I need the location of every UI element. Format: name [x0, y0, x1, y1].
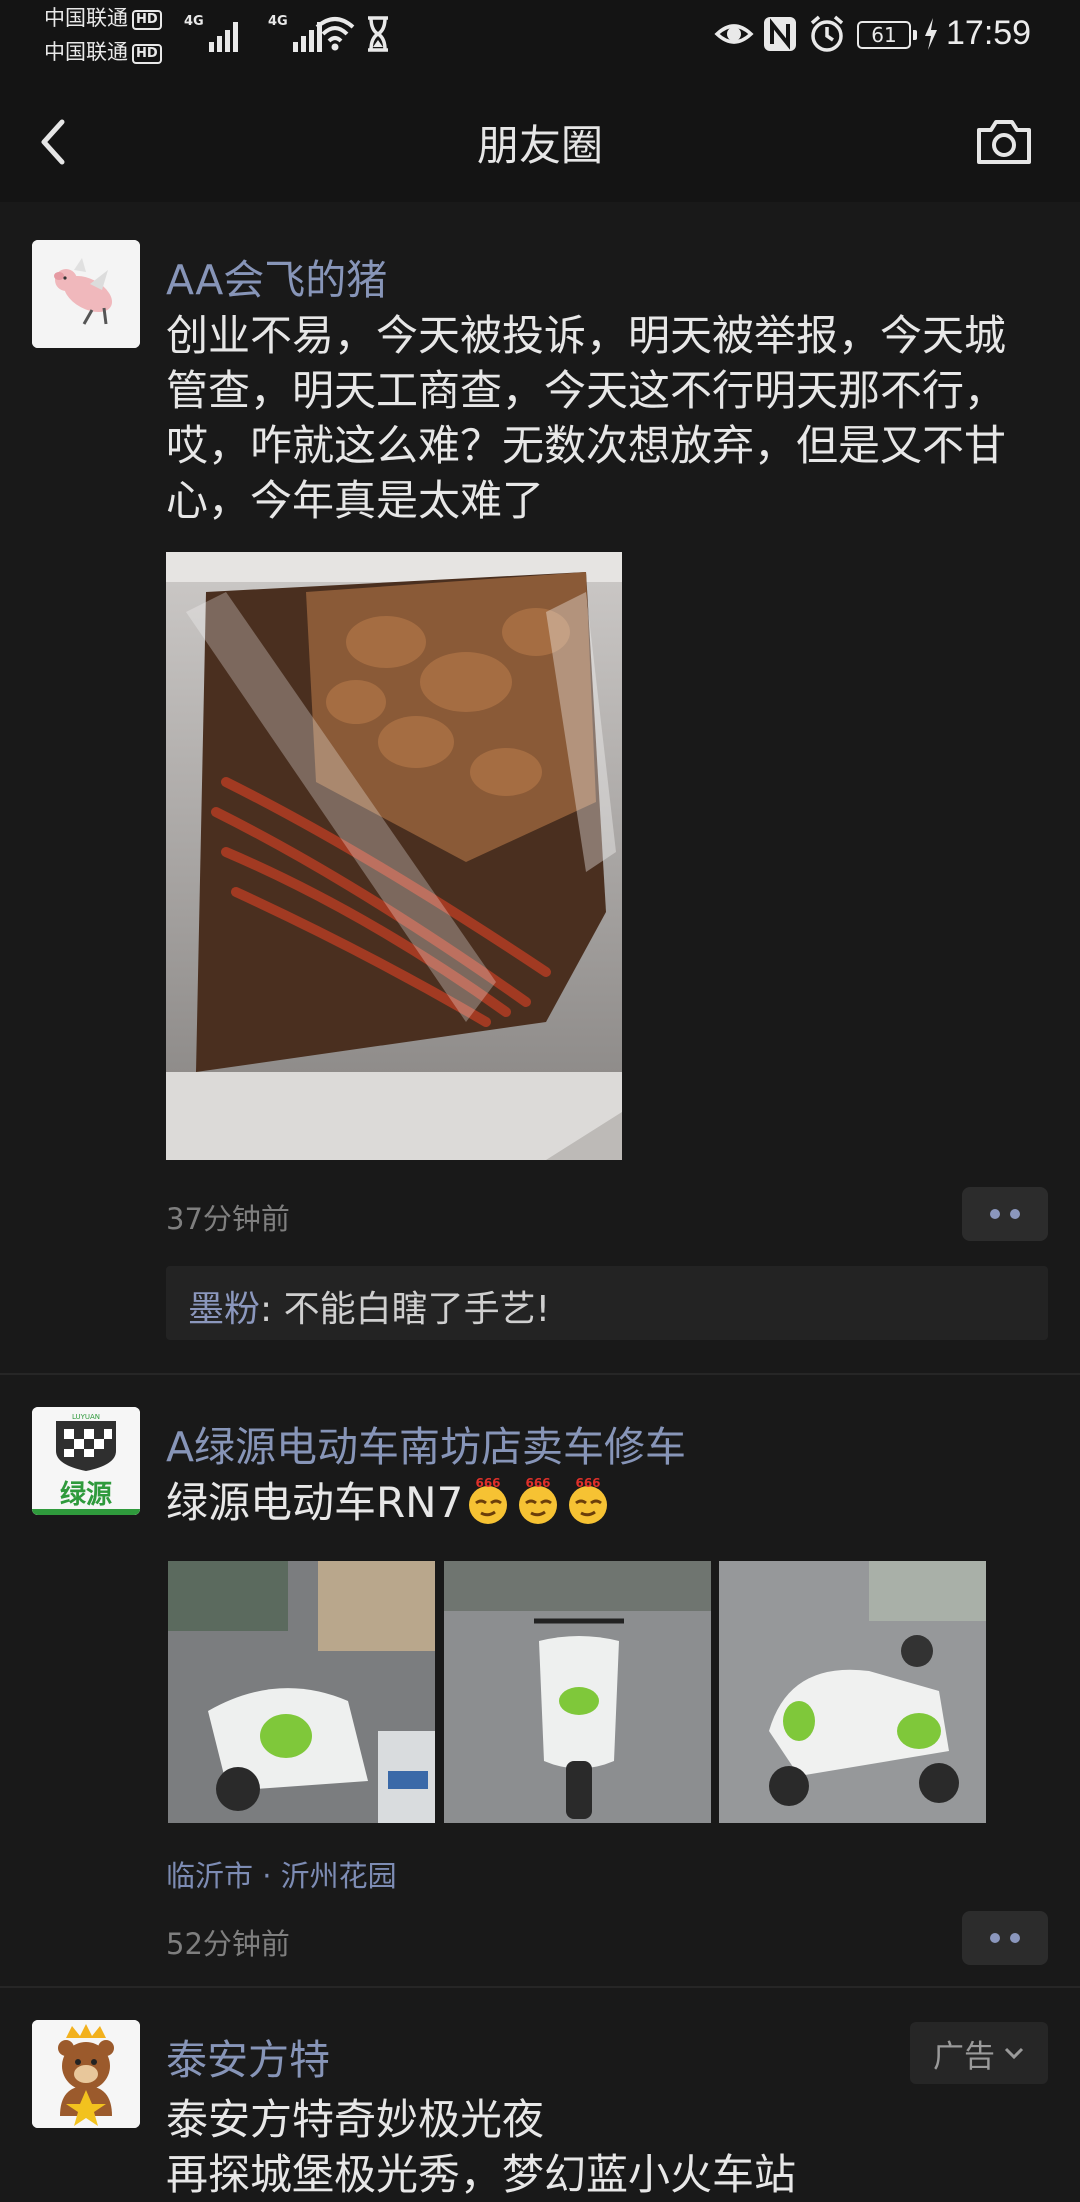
dot-icon [990, 1209, 1000, 1219]
post-text-line-2: 再探城堡极光秀，梦幻蓝小火车站 [166, 2150, 797, 2199]
post-text: 创业不易，今天被投诉，明天被举报，今天城管查，明天工商查，今天这不行明天那不行，… [166, 311, 1007, 525]
dot-icon [1010, 1209, 1020, 1219]
clock: 17:59 [946, 14, 1032, 52]
moment-post-1: AA会飞的猪 创业不易，今天被投诉，明天被举报，今天城管查，明天工商查，今天这不… [0, 202, 1080, 1372]
hourglass-icon [368, 16, 388, 52]
svg-text:666: 666 [576, 1477, 601, 1490]
battery-indicator: 61 [857, 21, 917, 49]
post-photo-1[interactable] [168, 1561, 435, 1823]
ad-label-button[interactable]: 广告 [910, 2022, 1048, 2084]
nfc-icon [764, 17, 796, 51]
dot-icon [990, 1933, 1000, 1943]
chevron-down-icon [1004, 2047, 1024, 2060]
carrier-1: 中国联通 HD [44, 6, 162, 30]
scooter-photo [719, 1561, 986, 1823]
nav-bar: 朋友圈 [0, 72, 1080, 202]
signal-1-icon: 4G [184, 14, 238, 52]
avatar[interactable]: 绿源 LUYUAN [32, 1407, 140, 1515]
scooter-photo [444, 1561, 711, 1823]
post-location[interactable]: 临沂市 · 沂州花园 [166, 1853, 397, 1895]
alarm-icon [810, 15, 844, 52]
more-actions-button[interactable] [962, 1911, 1048, 1965]
charging-icon [925, 18, 937, 50]
moment-post-3-ad: 泰安方特 广告 泰安方特奇妙极光夜 再探城堡极光秀，梦幻蓝小火车站 [0, 1988, 1080, 2199]
ad-label-text: 广告 [933, 2038, 995, 2075]
emoji-666-icon: 666 [463, 1476, 513, 1525]
avatar[interactable] [32, 240, 140, 348]
comment-separator: : [260, 1289, 284, 1330]
logo-text: 绿源 [60, 1480, 112, 1510]
post-author-name[interactable]: A绿源电动车南坊店卖车修车 [166, 1413, 686, 1473]
emoji-666-icon: 666 [513, 1476, 563, 1525]
comment-box: 墨粉: 不能白瞎了手艺! [166, 1266, 1048, 1340]
avatar[interactable] [32, 2020, 140, 2128]
moment-post-2: 绿源 LUYUAN A绿源电动车南坊店卖车修车 绿源电动车RN7 666 666 66… [0, 1375, 1080, 1985]
post-author-name[interactable]: 泰安方特 [166, 2026, 330, 2086]
post-author-name[interactable]: AA会飞的猪 [166, 246, 387, 306]
comment-author[interactable]: 墨粉 [188, 1289, 260, 1330]
more-actions-button[interactable] [962, 1187, 1048, 1241]
post-photo-3[interactable] [719, 1561, 986, 1823]
comment[interactable]: 墨粉: 不能白瞎了手艺! [188, 1280, 550, 1332]
page-title: 朋友圈 [476, 121, 603, 170]
bear-mascot-icon [32, 2020, 140, 2128]
food-photo [166, 552, 622, 1160]
svg-text:666: 666 [476, 1477, 501, 1490]
post-text-content: 绿源电动车RN7 [166, 1478, 464, 1527]
comment-text: 不能白瞎了手艺! [283, 1289, 551, 1330]
post-text-line-1: 泰安方特奇妙极光夜 [166, 2095, 545, 2144]
post-time: 37分钟前 [166, 1202, 290, 1236]
post-text: 绿源电动车RN7 666 666 666 [166, 1475, 1016, 1530]
post-photo[interactable] [166, 552, 622, 1160]
post-time: 52分钟前 [166, 1927, 290, 1961]
pig-avatar-icon [32, 240, 140, 348]
post-photo-2[interactable] [444, 1561, 711, 1823]
scooter-photo [168, 1561, 435, 1823]
svg-text:666: 666 [526, 1477, 551, 1490]
status-bar: 中国联通 HD 中国联通 HD 4G 4G 61 17:59 [0, 0, 1080, 72]
carrier-2: 中国联通 HD [44, 40, 162, 64]
logo-small-text: LUYUAN [72, 1413, 100, 1421]
dot-icon [1010, 1933, 1020, 1943]
luyuan-logo-icon: 绿源 LUYUAN [32, 1407, 140, 1515]
camera-button[interactable] [975, 112, 1033, 172]
eye-icon [714, 24, 754, 44]
emoji-666-icon: 666 [563, 1476, 613, 1525]
wifi-icon [315, 17, 355, 51]
